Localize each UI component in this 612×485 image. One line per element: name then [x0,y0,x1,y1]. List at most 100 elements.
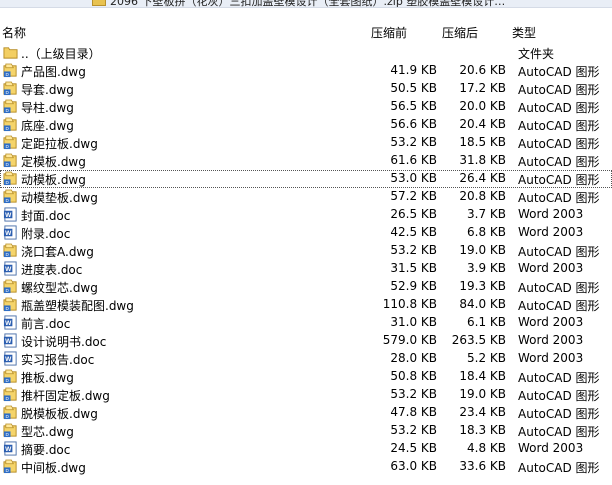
dwg-file-icon: D [3,423,18,438]
file-compressed-size: 61.6 KB [390,153,437,167]
file-type: AutoCAD 图形 [518,173,600,187]
file-compressed-size: 52.9 KB [390,279,437,293]
file-original-size: 19.0 KB [459,387,506,401]
word-doc-icon: W [3,441,18,456]
dwg-file-icon: D [3,297,18,312]
file-compressed-size: 110.8 KB [382,297,437,311]
file-type: AutoCAD 图形 [518,83,600,97]
file-name: 导套.dwg [21,83,74,97]
file-row[interactable]: D 螺纹型芯.dwg 52.9 KB 19.3 KB AutoCAD 图形 [0,278,612,296]
file-row[interactable]: D 定距拉板.dwg 53.2 KB 18.5 KB AutoCAD 图形 [0,134,612,152]
dwg-file-icon: D [3,171,18,186]
archive-path-text: 2096 下壁板拼（花灰）三扣加盖壁模设计（全套图纸）.zip 塑胶模盖壁模设计… [110,0,506,8]
file-type: AutoCAD 图形 [518,425,600,439]
file-row[interactable]: W 摘要.doc 24.5 KB 4.8 KB Word 2003 [0,440,612,458]
file-original-size: 20.6 KB [459,63,506,77]
file-name: 动模垫板.dwg [21,191,98,205]
file-row[interactable]: ..（上级目录） 文件夹 [0,44,612,62]
file-row[interactable]: D 底座.dwg 56.6 KB 20.4 KB AutoCAD 图形 [0,116,612,134]
column-header-name[interactable]: 名称 [2,24,26,41]
dwg-file-icon: D [3,459,18,474]
file-name: 进度表.doc [21,263,83,277]
column-header-row: 名称 压缩前 压缩后 类型 [0,22,612,40]
word-doc-icon: W [3,351,18,366]
svg-text:W: W [5,320,12,327]
file-row[interactable]: D 定模板.dwg 61.6 KB 31.8 KB AutoCAD 图形 [0,152,612,170]
file-original-size: 17.2 KB [459,81,506,95]
column-header-type[interactable]: 类型 [512,24,536,41]
dwg-file-icon: D [3,387,18,402]
file-compressed-size: 53.2 KB [390,135,437,149]
file-row[interactable]: D 动模垫板.dwg 57.2 KB 20.8 KB AutoCAD 图形 [0,188,612,206]
file-original-size: 4.8 KB [467,441,506,455]
dwg-file-icon: D [3,99,18,114]
file-row[interactable]: W 封面.doc 26.5 KB 3.7 KB Word 2003 [0,206,612,224]
file-name: 推杆固定板.dwg [21,389,110,403]
file-name: 中间板.dwg [21,461,86,475]
file-name: 产品图.dwg [21,65,86,79]
svg-text:W: W [5,212,12,219]
column-header-original[interactable]: 压缩后 [442,24,478,41]
file-compressed-size: 56.6 KB [390,117,437,131]
file-compressed-size: 41.9 KB [390,63,437,77]
file-name: 导柱.dwg [21,101,74,115]
file-row[interactable]: D 型芯.dwg 53.2 KB 18.3 KB AutoCAD 图形 [0,422,612,440]
file-type: Word 2003 [518,441,584,455]
file-name: 脱模板板.dwg [21,407,98,421]
file-name: 定模板.dwg [21,155,86,169]
dwg-file-icon: D [3,153,18,168]
file-original-size: 6.8 KB [467,225,506,239]
file-compressed-size: 50.8 KB [390,369,437,383]
svg-text:W: W [5,266,12,273]
file-row[interactable]: D 推杆固定板.dwg 53.2 KB 19.0 KB AutoCAD 图形 [0,386,612,404]
file-name: 附录.doc [21,227,71,241]
dwg-file-icon: D [3,369,18,384]
file-original-size: 20.0 KB [459,99,506,113]
file-row[interactable]: D 推板.dwg 50.8 KB 18.4 KB AutoCAD 图形 [0,368,612,386]
file-row[interactable]: D 动模板.dwg 53.0 KB 26.4 KB AutoCAD 图形 [0,170,612,188]
word-doc-icon: W [3,333,18,348]
file-name: 推板.dwg [21,371,74,385]
file-row[interactable]: W 前言.doc 31.0 KB 6.1 KB Word 2003 [0,314,612,332]
file-name: 定距拉板.dwg [21,137,98,151]
file-original-size: 5.2 KB [467,351,506,365]
file-row[interactable]: D 导套.dwg 50.5 KB 17.2 KB AutoCAD 图形 [0,80,612,98]
file-type: AutoCAD 图形 [518,155,600,169]
file-original-size: 263.5 KB [451,333,506,347]
file-type: Word 2003 [518,207,584,221]
file-name: 型芯.dwg [21,425,74,439]
file-type: Word 2003 [518,351,584,365]
file-row[interactable]: D 中间板.dwg 63.0 KB 33.6 KB AutoCAD 图形 [0,458,612,476]
file-original-size: 18.4 KB [459,369,506,383]
file-row[interactable]: W 进度表.doc 31.5 KB 3.9 KB Word 2003 [0,260,612,278]
file-type: Word 2003 [518,333,584,347]
file-row[interactable]: W 附录.doc 42.5 KB 6.8 KB Word 2003 [0,224,612,242]
dwg-file-icon: D [3,135,18,150]
file-row[interactable]: D 瓶盖塑模装配图.dwg 110.8 KB 84.0 KB AutoCAD 图形 [0,296,612,314]
file-name: ..（上级目录） [21,47,101,61]
file-name: 浇口套A.dwg [21,245,94,259]
file-type: AutoCAD 图形 [518,191,600,205]
file-type: AutoCAD 图形 [518,281,600,295]
file-compressed-size: 53.2 KB [390,387,437,401]
file-name: 前言.doc [21,317,71,331]
dwg-file-icon: D [3,279,18,294]
file-name: 螺纹型芯.dwg [21,281,98,295]
file-type: AutoCAD 图形 [518,245,600,259]
file-row[interactable]: D 脱模板板.dwg 47.8 KB 23.4 KB AutoCAD 图形 [0,404,612,422]
file-type: 文件夹 [518,47,555,61]
file-original-size: 31.8 KB [459,153,506,167]
file-row[interactable]: W 实习报告.doc 28.0 KB 5.2 KB Word 2003 [0,350,612,368]
column-header-compressed[interactable]: 压缩前 [371,24,407,41]
file-original-size: 6.1 KB [467,315,506,329]
svg-text:W: W [5,338,12,345]
file-compressed-size: 53.2 KB [390,243,437,257]
file-original-size: 33.6 KB [459,459,506,473]
file-row[interactable]: W 设计说明书.doc 579.0 KB 263.5 KB Word 2003 [0,332,612,350]
file-compressed-size: 57.2 KB [390,189,437,203]
file-original-size: 23.4 KB [459,405,506,419]
file-row[interactable]: D 导柱.dwg 56.5 KB 20.0 KB AutoCAD 图形 [0,98,612,116]
file-row[interactable]: D 浇口套A.dwg 53.2 KB 19.0 KB AutoCAD 图形 [0,242,612,260]
file-compressed-size: 63.0 KB [390,459,437,473]
file-row[interactable]: D 产品图.dwg 41.9 KB 20.6 KB AutoCAD 图形 [0,62,612,80]
